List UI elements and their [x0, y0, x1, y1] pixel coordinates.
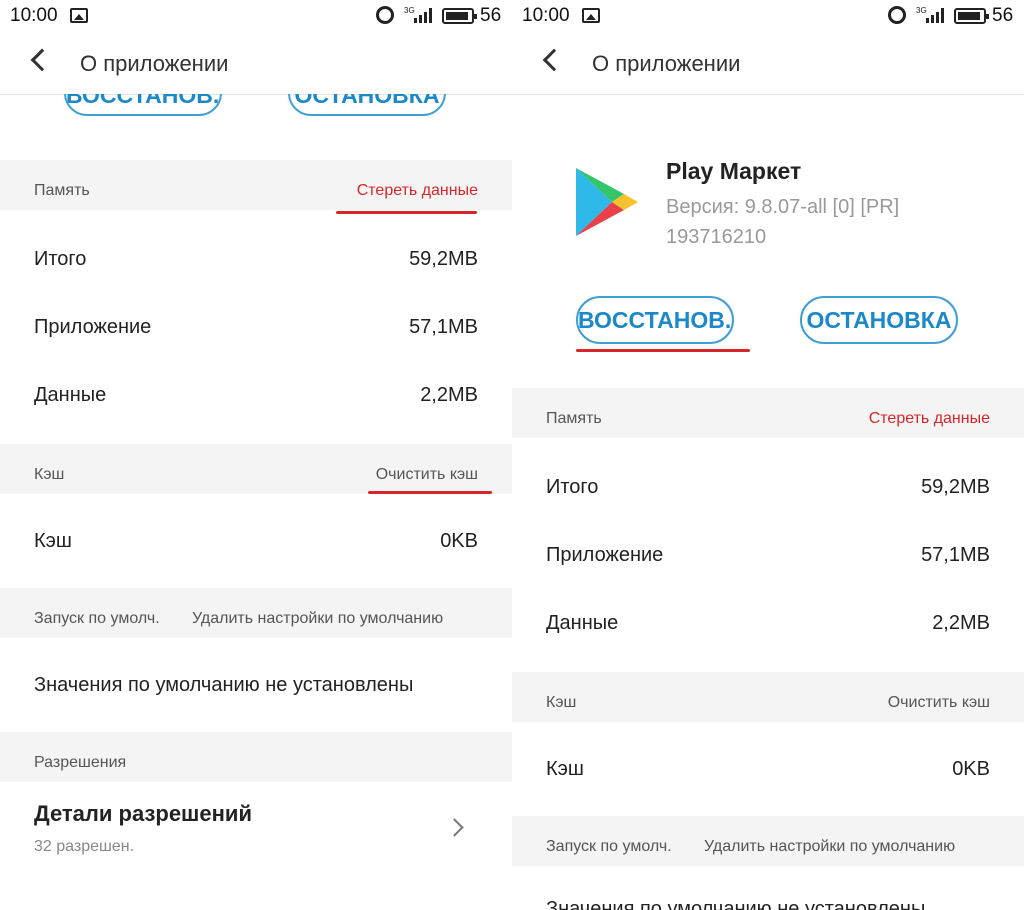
memory-section-header: Память Стереть данные	[0, 160, 512, 210]
memory-label: Память	[34, 182, 90, 199]
right-screen: 10:00 3G 56 О приложении Play Маркет Вер…	[512, 0, 1024, 910]
cache-section-header: Кэш Очистить кэш	[512, 672, 1024, 722]
reset-defaults-link[interactable]: Удалить настройки по умолчанию	[704, 838, 955, 856]
clear-data-link[interactable]: Стереть данные	[357, 182, 478, 200]
signal-bars-icon	[414, 8, 432, 23]
highlight-underline	[368, 491, 492, 494]
chevron-right-icon	[445, 818, 464, 837]
battery-level: 56	[480, 5, 502, 26]
status-bar: 10:00 3G 56	[512, 0, 1024, 32]
row-key: Итого	[546, 476, 599, 498]
play-market-app-icon	[576, 168, 638, 236]
permissions-section-header: Разрешения	[0, 732, 512, 782]
highlight-underline	[336, 211, 477, 214]
row-key: Данные	[34, 384, 107, 406]
memory-section-header: Память Стереть данные	[512, 388, 1024, 438]
header-divider	[512, 94, 1024, 95]
defaults-section-header: Запуск по умолч. Удалить настройки по ум…	[0, 588, 512, 638]
app-bar: О приложении	[512, 32, 1024, 94]
app-name: Play Маркет	[666, 158, 802, 184]
row-value: 57,1MB	[921, 544, 990, 566]
battery-icon	[954, 8, 989, 24]
row-key: Итого	[34, 248, 87, 270]
row-value: 0KB	[440, 530, 478, 552]
row-key: Кэш	[546, 758, 584, 780]
image-notification-icon	[582, 8, 600, 23]
battery-level: 56	[992, 5, 1014, 26]
permission-details-item[interactable]: Детали разрешений 32 разрешен.	[0, 782, 512, 862]
defaults-section-header: Запуск по умолч. Удалить настройки по ум…	[512, 816, 1024, 866]
image-notification-icon	[70, 8, 88, 23]
row-value: 59,2MB	[921, 476, 990, 498]
battery-icon	[442, 8, 477, 24]
clear-cache-link[interactable]: Очистить кэш	[888, 694, 990, 712]
restore-button[interactable]: ВОССТАНОВ...	[576, 296, 734, 344]
stop-button[interactable]: ОСТАНОВКА	[800, 296, 958, 344]
permission-count: 32 разрешен.	[34, 838, 135, 855]
left-screen: 10:00 3G 56 О приложении ВОССТАНОВ... ОС…	[0, 0, 512, 910]
page-title: О приложении	[80, 51, 229, 76]
clear-data-link[interactable]: Стереть данные	[869, 410, 990, 428]
defaults-label: Запуск по умолч.	[546, 838, 672, 855]
memory-label: Память	[546, 410, 602, 427]
status-bar: 10:00 3G 56	[0, 0, 512, 32]
clear-cache-link[interactable]: Очистить кэш	[376, 466, 478, 484]
row-key: Приложение	[34, 316, 152, 338]
reset-defaults-link[interactable]: Удалить настройки по умолчанию	[192, 610, 443, 628]
cache-section-header: Кэш Очистить кэш	[0, 444, 512, 494]
back-arrow-icon[interactable]	[542, 48, 566, 72]
alarm-icon	[376, 6, 394, 24]
app-version: Версия: 9.8.07-all [0] [PR]	[666, 196, 900, 218]
defaults-label: Запуск по умолч.	[34, 610, 160, 627]
row-value: 57,1MB	[409, 316, 478, 338]
app-build: 193716210	[666, 226, 767, 248]
app-bar-overlay: О приложении	[0, 32, 512, 94]
defaults-value: Значения по умолчанию не установлены	[34, 674, 414, 696]
row-value: 2,2MB	[932, 612, 990, 634]
alarm-icon	[888, 6, 906, 24]
status-time: 10:00	[10, 5, 58, 26]
cache-label: Кэш	[546, 694, 577, 711]
defaults-value: Значения по умолчанию не установлены	[546, 898, 926, 910]
back-arrow-icon[interactable]	[30, 48, 54, 72]
cache-label: Кэш	[34, 466, 65, 483]
permission-details-title: Детали разрешений	[34, 801, 252, 826]
row-key: Данные	[546, 612, 619, 634]
signal-bars-icon	[926, 8, 944, 23]
permissions-label: Разрешения	[34, 754, 127, 771]
status-time: 10:00	[522, 5, 570, 26]
page-title: О приложении	[592, 51, 741, 76]
row-key: Кэш	[34, 530, 72, 552]
row-value: 59,2MB	[409, 248, 478, 270]
highlight-underline	[576, 349, 750, 352]
row-key: Приложение	[546, 544, 664, 566]
row-value: 0KB	[952, 758, 990, 780]
row-value: 2,2MB	[420, 384, 478, 406]
